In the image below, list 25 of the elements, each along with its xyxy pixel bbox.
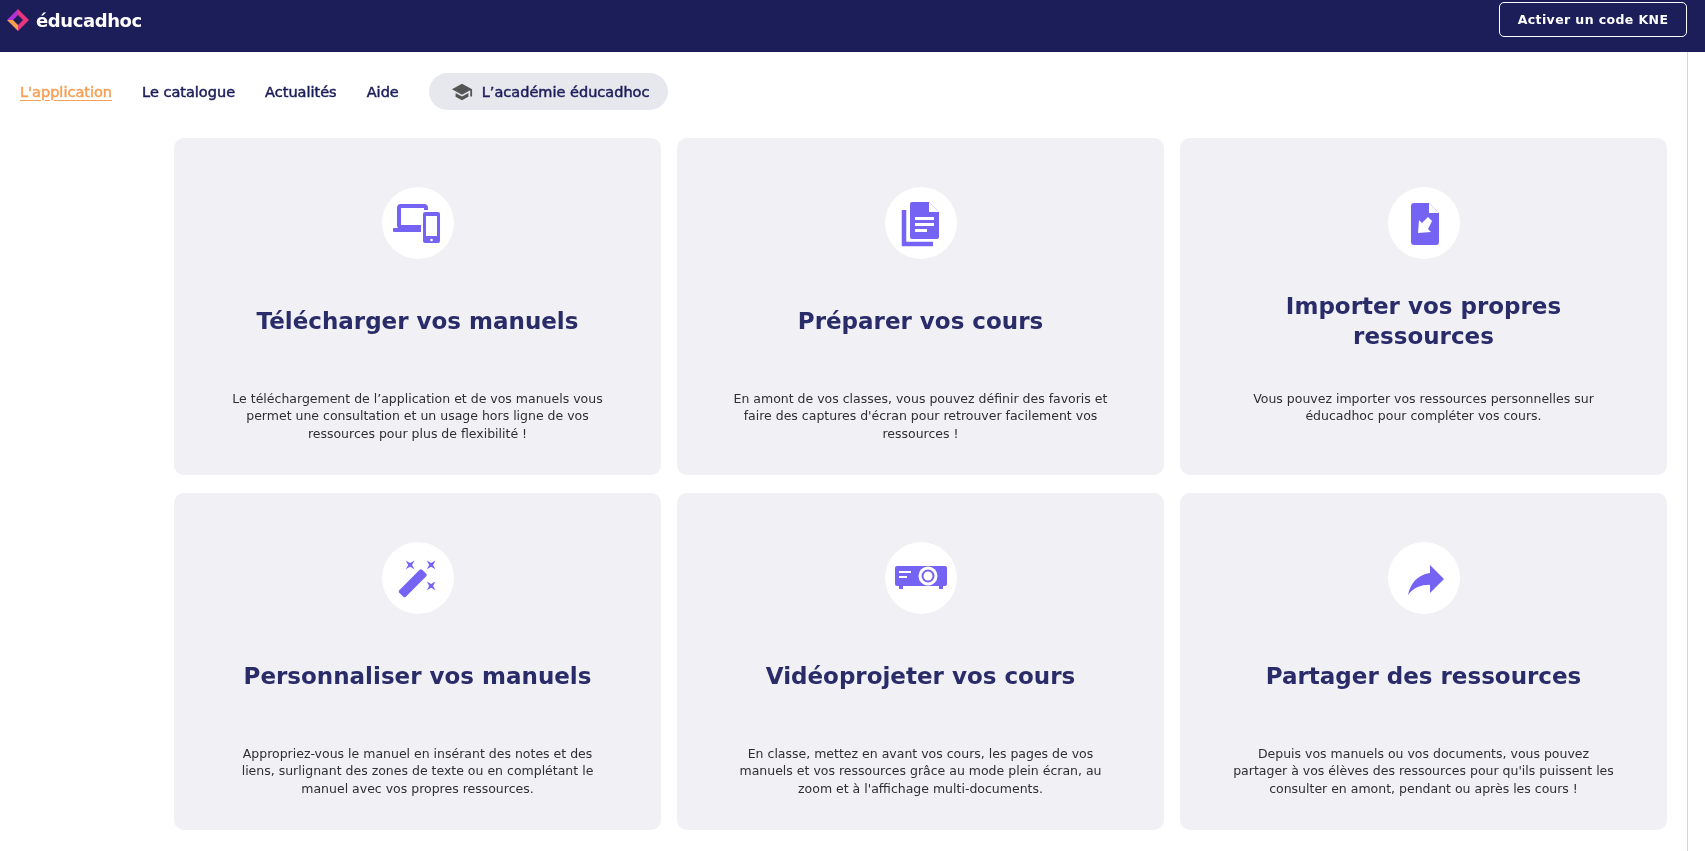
card-description: Vous pouvez importer vos ressources personnelles sur éducadhoc pour compléter vos cours.: [1252, 390, 1595, 425]
laptop-phone-icon: [381, 187, 454, 259]
academy-pill-link[interactable]: L’académie éducadhoc: [428, 73, 669, 110]
card-title: Personnaliser vos manuels: [243, 662, 592, 691]
nav-link[interactable]: Aide: [366, 83, 399, 100]
nav-link[interactable]: Le catalogue: [142, 83, 236, 100]
card-title: Préparer vos cours: [797, 307, 1044, 336]
file-import-icon: [1387, 187, 1460, 259]
nav-link[interactable]: Actualités: [265, 83, 337, 100]
projector-icon: [884, 542, 957, 614]
card-title: Partager des ressources: [1265, 662, 1582, 691]
documents-icon: [884, 187, 957, 259]
card-title: Importer vos propres ressources: [1284, 292, 1563, 351]
logo-link[interactable]: éducadhoc: [6, 8, 142, 32]
card-title: Vidéoprojeter vos cours: [765, 662, 1076, 691]
magic-wand-icon: [381, 542, 454, 614]
card-description: Appropriez-vous le manuel en insérant des notes et des liens, surlignant des zones de texte ou en complétant le manuel avec vos propres ressources.: [240, 745, 595, 798]
graduation-cap-icon: [450, 82, 473, 101]
card-description: Depuis vos manuels ou vos documents, vous pouvez partager à vos élèves des ressources pour qu'ils puissent les consulter en amont, pendant ou après les cours !: [1232, 745, 1615, 798]
card-title: Télécharger vos manuels: [256, 307, 579, 336]
card-description: Le téléchargement de l’application et de vos manuels vous permet une consultation et un usage hors ligne de vos ressources pour plus de flexibilité !: [231, 390, 604, 443]
logo-icon: [6, 8, 30, 32]
card-description: En classe, mettez en avant vos cours, les pages de vos manuels et vos ressources grâce au mode plein écran, au zoom et à l'affichage multi-documents.: [738, 745, 1103, 798]
activate-code-button[interactable]: Activer un code KNE: [1499, 1, 1687, 37]
card-description: En amont de vos classes, vous pouvez définir des favoris et faire des captures d'écran pour retrouver facilement vos ressources !: [732, 390, 1109, 443]
